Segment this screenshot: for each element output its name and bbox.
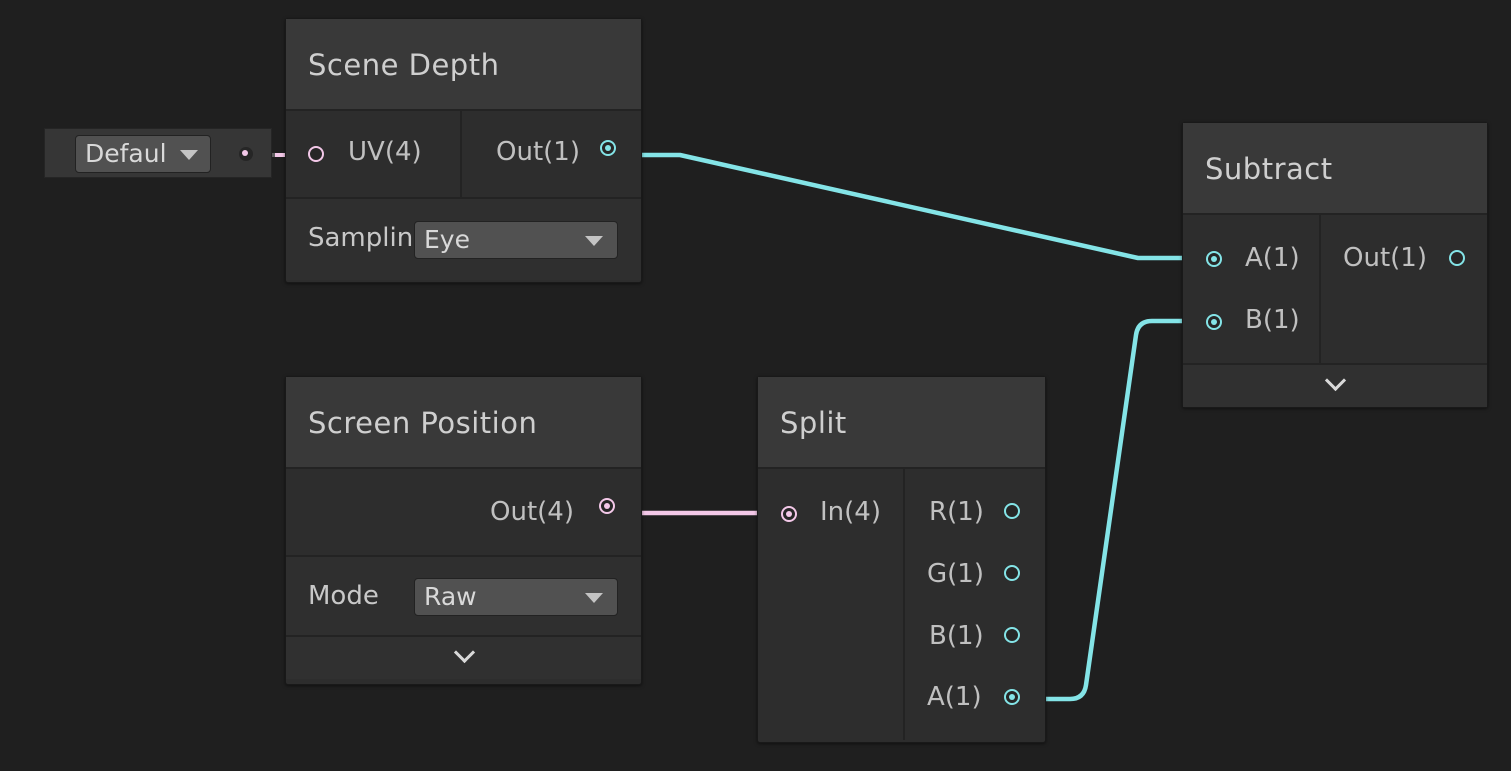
scene-depth-inputs: UV(4) [286,111,462,197]
uv-port-label: UV(4) [348,137,422,167]
wire-split-a-to-subtract-b[interactable] [1022,318,1204,702]
uv-port-icon[interactable] [308,146,324,162]
scene-depth-outputs: Out(1) [462,111,641,197]
sampling-label: Samplin [308,223,412,253]
sampling-dropdown[interactable]: Eye [414,221,618,259]
uv-default-port-icon[interactable] [239,147,253,161]
split-a-port-icon[interactable] [1004,689,1020,705]
scene-depth-title[interactable]: Scene Depth [286,19,641,111]
split-r-label: R(1) [929,497,984,527]
split-in-label: In(4) [820,497,881,527]
split-node[interactable]: Split In(4) R(1) G(1) B(1) A(1) [757,376,1046,743]
wire-scene-depth-to-subtract-a[interactable] [618,152,1204,261]
chevron-down-icon [585,593,603,603]
screen-position-expand-button[interactable] [286,637,641,679]
screen-position-out-label: Out(4) [490,497,574,527]
uv-default-input: Defaul [44,128,272,178]
subtract-outputs: Out(1) [1321,215,1487,363]
split-outputs: R(1) G(1) B(1) A(1) [905,469,1045,740]
split-g-label: G(1) [927,559,984,589]
subtract-title[interactable]: Subtract [1183,123,1487,215]
screen-position-out-port-icon[interactable] [599,498,615,514]
chevron-down-icon [453,641,475,664]
subtract-a-label: A(1) [1245,243,1300,273]
split-r-port-icon[interactable] [1004,503,1020,519]
subtract-out-port-icon[interactable] [1449,250,1465,266]
scene-depth-node[interactable]: Scene Depth UV(4) Out(1) Samplin Eye [285,18,642,283]
split-b-label: B(1) [929,621,984,651]
subtract-a-port-icon[interactable] [1206,251,1222,267]
screen-position-outputs: Out(4) [286,469,641,555]
split-in-port-icon[interactable] [781,506,797,522]
sampling-value: Eye [424,225,470,254]
scene-depth-out-label: Out(1) [496,137,580,167]
mode-dropdown[interactable]: Raw [414,578,618,616]
subtract-inputs: A(1) B(1) [1183,215,1321,363]
mode-label: Mode [308,581,379,611]
split-a-label: A(1) [927,682,982,712]
mode-value: Raw [424,582,477,611]
screen-position-title[interactable]: Screen Position [286,377,641,469]
chevron-down-icon [180,150,198,160]
scene-depth-out-port-icon[interactable] [600,140,616,156]
subtract-expand-button[interactable] [1183,365,1487,407]
uv-default-dropdown[interactable]: Defaul [75,135,211,173]
subtract-node[interactable]: Subtract A(1) B(1) Out(1) [1182,122,1488,408]
subtract-b-label: B(1) [1245,305,1300,335]
chevron-down-icon [1324,369,1347,392]
split-inputs: In(4) [758,469,905,740]
subtract-out-label: Out(1) [1343,243,1427,273]
split-title[interactable]: Split [758,377,1045,469]
split-g-port-icon[interactable] [1004,565,1020,581]
split-b-port-icon[interactable] [1004,627,1020,643]
subtract-b-port-icon[interactable] [1206,314,1222,330]
chevron-down-icon [585,236,603,246]
uv-default-value: Defaul [85,139,167,168]
screen-position-node[interactable]: Screen Position Out(4) Mode Raw [285,376,642,685]
